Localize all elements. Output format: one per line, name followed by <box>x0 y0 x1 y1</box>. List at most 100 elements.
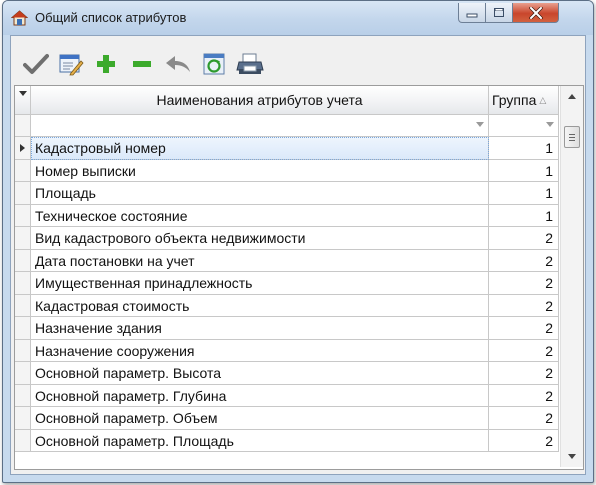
grip-line <box>569 137 575 138</box>
cell-attribute-name[interactable]: Кадастровый номер <box>31 137 489 160</box>
row-indicator[interactable] <box>15 384 31 407</box>
table-row[interactable]: Назначение сооружения 2 <box>15 339 559 362</box>
client-area: Наименования атрибутов учета Группа △ Ка… <box>10 35 586 475</box>
remove-button[interactable] <box>127 50 157 78</box>
cell-attribute-name[interactable]: Основной параметр. Высота <box>31 362 489 385</box>
cell-group[interactable]: 2 <box>489 339 559 362</box>
cell-group[interactable]: 1 <box>489 204 559 227</box>
cell-group[interactable]: 1 <box>489 182 559 205</box>
cell-attribute-name[interactable]: Дата постановки на учет <box>31 249 489 272</box>
apply-button[interactable] <box>21 50 51 78</box>
window-title: Общий список атрибутов <box>35 10 187 25</box>
attributes-window: Общий список атрибутов Наименования атри… <box>2 0 594 483</box>
cell-group[interactable]: 2 <box>489 407 559 430</box>
cell-group[interactable]: 2 <box>489 429 559 452</box>
table-row[interactable]: Имущественная принадлежность 2 <box>15 272 559 295</box>
sort-ascending-icon: △ <box>539 94 547 105</box>
scroll-up-button[interactable] <box>561 86 583 106</box>
undo-button[interactable] <box>163 50 193 78</box>
cell-group[interactable]: 1 <box>489 159 559 182</box>
current-row-pointer-icon <box>20 144 25 152</box>
maximize-icon <box>494 8 504 17</box>
table-row[interactable]: Номер выписки 1 <box>15 159 559 182</box>
close-icon <box>528 6 543 19</box>
cell-attribute-name[interactable]: Кадастровая стоимость <box>31 294 489 317</box>
table-row[interactable]: Назначение здания 2 <box>15 317 559 340</box>
minus-icon <box>133 61 151 67</box>
plus-icon <box>97 55 115 73</box>
print-button[interactable] <box>235 50 265 78</box>
cell-attribute-name[interactable]: Основной параметр. Глубина <box>31 384 489 407</box>
cell-group[interactable]: 2 <box>489 227 559 250</box>
undo-arrow-icon <box>166 56 190 72</box>
row-indicator[interactable] <box>15 407 31 430</box>
row-indicator[interactable] <box>15 137 31 160</box>
table-row[interactable]: Вид кадастрового объекта недвижимости 2 <box>15 227 559 250</box>
minimize-icon <box>466 13 478 17</box>
cell-group[interactable]: 2 <box>489 294 559 317</box>
row-indicator[interactable] <box>15 249 31 272</box>
cell-attribute-name[interactable]: Вид кадастрового объекта недвижимости <box>31 227 489 250</box>
column-header-name[interactable]: Наименования атрибутов учета <box>31 86 489 115</box>
cell-group[interactable]: 2 <box>489 249 559 272</box>
vertical-scrollbar[interactable] <box>560 86 583 467</box>
row-indicator[interactable] <box>15 429 31 452</box>
checkmark-icon <box>23 54 49 74</box>
table-row[interactable]: Кадастровый номер 1 <box>15 137 559 160</box>
cell-attribute-name[interactable]: Имущественная принадлежность <box>31 272 489 295</box>
cell-group[interactable]: 2 <box>489 272 559 295</box>
table-row[interactable]: Основной параметр. Высота 2 <box>15 362 559 385</box>
cell-attribute-name[interactable]: Техническое состояние <box>31 204 489 227</box>
cell-attribute-name[interactable]: Назначение сооружения <box>31 339 489 362</box>
column-header-name-label: Наименования атрибутов учета <box>156 92 363 108</box>
cell-group[interactable]: 2 <box>489 362 559 385</box>
cell-attribute-name[interactable]: Назначение здания <box>31 317 489 340</box>
table-row[interactable]: Площадь 1 <box>15 182 559 205</box>
table-row[interactable]: Основной параметр. Глубина 2 <box>15 384 559 407</box>
table-row[interactable]: Дата постановки на учет 2 <box>15 249 559 272</box>
close-button[interactable] <box>512 3 559 23</box>
table-row[interactable]: Техническое состояние 1 <box>15 204 559 227</box>
cell-attribute-name[interactable]: Номер выписки <box>31 159 489 182</box>
row-indicator-header[interactable] <box>15 86 31 115</box>
table-row[interactable]: Основной параметр. Объем 2 <box>15 407 559 430</box>
cell-group[interactable]: 1 <box>489 137 559 160</box>
row-indicator[interactable] <box>15 204 31 227</box>
row-indicator[interactable] <box>15 182 31 205</box>
edit-button[interactable] <box>56 50 86 78</box>
cell-attribute-name[interactable]: Основной параметр. Объем <box>31 407 489 430</box>
row-indicator[interactable] <box>15 294 31 317</box>
table-row[interactable]: Основной параметр. Площадь 2 <box>15 429 559 452</box>
filter-dropdown-icon[interactable] <box>546 122 554 127</box>
scroll-thumb[interactable] <box>564 126 580 148</box>
cell-attribute-name[interactable]: Основной параметр. Площадь <box>31 429 489 452</box>
printer-icon <box>236 53 264 74</box>
grid-rows: Кадастровый номер 1 Номер выписки 1 Площадь 1… <box>15 137 559 452</box>
row-indicator[interactable] <box>15 159 31 182</box>
column-header-group-label: Группа <box>492 92 537 108</box>
row-indicator[interactable] <box>15 272 31 295</box>
add-button[interactable] <box>91 50 121 78</box>
house-icon <box>11 10 28 26</box>
minimize-button[interactable] <box>458 3 486 23</box>
cell-attribute-name[interactable]: Площадь <box>31 182 489 205</box>
cell-group[interactable]: 2 <box>489 384 559 407</box>
filter-group-input[interactable] <box>489 115 559 137</box>
table-row[interactable]: Кадастровая стоимость 2 <box>15 294 559 317</box>
column-header-group[interactable]: Группа △ <box>489 86 559 115</box>
filter-name-input[interactable] <box>31 115 489 137</box>
cell-group[interactable]: 2 <box>489 317 559 340</box>
row-indicator[interactable] <box>15 339 31 362</box>
toolbar <box>11 36 585 84</box>
row-indicator[interactable] <box>15 317 31 340</box>
row-indicator[interactable] <box>15 362 31 385</box>
scroll-down-button[interactable] <box>561 447 583 467</box>
title-bar[interactable]: Общий список атрибутов <box>3 1 593 35</box>
row-indicator[interactable] <box>15 227 31 250</box>
grip-line <box>569 140 575 141</box>
filter-dropdown-icon[interactable] <box>476 122 484 127</box>
maximize-button[interactable] <box>485 3 513 23</box>
column-chooser-icon <box>19 91 27 96</box>
attributes-grid: Наименования атрибутов учета Группа △ Ка… <box>14 85 584 470</box>
refresh-button[interactable] <box>199 50 229 78</box>
